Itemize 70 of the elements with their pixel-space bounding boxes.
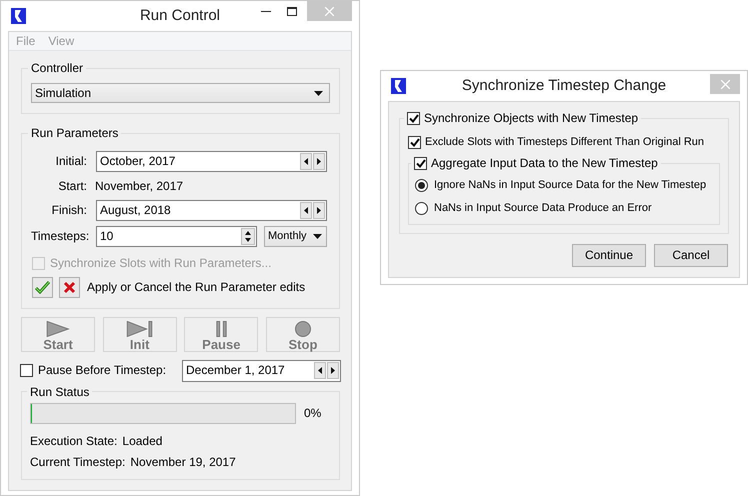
spin-arrows-icon[interactable] [241, 228, 255, 246]
pause-button[interactable]: Pause [184, 316, 258, 352]
status-value: November 19, 2017 [130, 455, 236, 470]
group-label: Controller [30, 61, 84, 76]
field-label: Timesteps: [31, 229, 87, 244]
date-field[interactable]: December 1, 2017 [182, 360, 341, 382]
cancel-button[interactable]: Cancel [654, 244, 728, 267]
stop-button[interactable]: Stop [266, 316, 340, 352]
next-button[interactable] [313, 152, 325, 170]
logo-icon [391, 78, 406, 94]
apply-hint: Apply or Cancel the Run Parameter edits [87, 280, 306, 294]
radio-label: Ignore NaNs in Input Source Data for the New Timestep [434, 179, 706, 193]
caret-icon [314, 90, 323, 96]
left-arrow-icon [318, 367, 322, 374]
maximize-icon [287, 6, 297, 16]
checkmark-icon [35, 280, 50, 294]
x-icon [63, 280, 76, 294]
pause-icon [216, 320, 227, 337]
status-label: Execution State: [30, 434, 118, 448]
status-label: Current Timestep: [30, 455, 126, 470]
radio-label: NaNs in Input Source Data Produce an Error [434, 202, 652, 215]
next-button[interactable] [313, 202, 325, 220]
unit-dropdown[interactable]: Monthly [264, 226, 327, 248]
previous-button[interactable] [300, 152, 312, 170]
play-icon [46, 320, 70, 337]
apply-button[interactable] [32, 276, 53, 298]
right-arrow-icon [317, 207, 321, 214]
cancel-button[interactable] [59, 276, 80, 298]
timesteps-field[interactable]: 10 [96, 226, 257, 248]
date-field[interactable]: August, 2018 [96, 200, 327, 222]
close-icon [720, 80, 730, 88]
checkbox-label: Synchronize Objects with New Timestep [424, 111, 638, 126]
previous-button[interactable] [314, 362, 326, 380]
checkbox[interactable] [20, 364, 33, 378]
field-label: Finish: [50, 203, 87, 218]
checkbox[interactable] [408, 136, 421, 150]
group-label: Run Status [29, 384, 90, 399]
checkbox[interactable] [414, 156, 427, 170]
radio-button[interactable] [415, 179, 428, 192]
stop-icon [294, 320, 311, 337]
checkbox-label: Exclude Slots with Timesteps Different Than Original Run [425, 136, 704, 150]
right-arrow-icon [331, 367, 335, 374]
radio-button[interactable] [415, 202, 428, 215]
right-arrow-icon [317, 158, 321, 165]
field-label: Initial: [54, 154, 87, 168]
checkbox[interactable] [407, 112, 420, 125]
progress-reading: 0% [304, 406, 322, 421]
window-title: Synchronize Timestep Change [462, 77, 666, 94]
checkbox-label: Aggregate Input Data to the New Timestep [431, 156, 658, 171]
step-icon [126, 320, 154, 337]
group-label: Run Parameters [30, 126, 120, 141]
caret-icon [313, 234, 322, 240]
next-button[interactable] [327, 362, 339, 380]
previous-button[interactable] [300, 202, 312, 220]
start-button[interactable]: Start [21, 316, 95, 352]
status-value: Loaded [122, 434, 162, 448]
checkbox-label: Synchronize Slots with Run Parameters... [50, 256, 272, 271]
logo-icon [11, 8, 26, 24]
left-arrow-icon [304, 158, 308, 165]
field-label: Start: [57, 178, 87, 194]
date-field[interactable]: October, 2017 [96, 150, 327, 172]
window-title: Run Control [140, 7, 220, 24]
left-arrow-icon [304, 207, 308, 214]
controller-dropdown[interactable]: Simulation [31, 83, 330, 104]
checkbox-label: Pause Before Timestep: [38, 363, 166, 378]
close-icon [325, 6, 334, 16]
start-value: November, 2017 [95, 178, 184, 194]
continue-button[interactable]: Continue [572, 244, 646, 267]
minimize-icon [261, 10, 271, 12]
init-button[interactable]: Init [102, 316, 177, 352]
